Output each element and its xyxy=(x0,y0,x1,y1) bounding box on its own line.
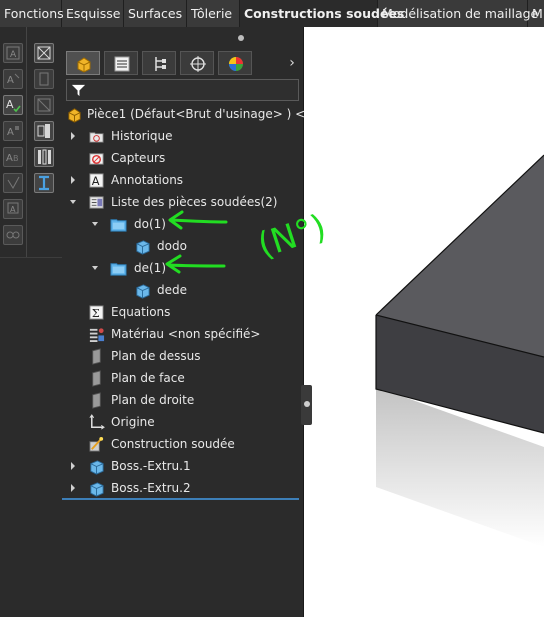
tree-item-label: de(1) xyxy=(134,261,166,275)
svg-text:A: A xyxy=(10,205,16,214)
trim-extend-icon[interactable] xyxy=(34,95,54,115)
tab-esquisse[interactable]: Esquisse xyxy=(62,0,124,27)
svg-text:A: A xyxy=(7,75,14,86)
panel-collapse-handle[interactable] xyxy=(238,35,244,41)
toolbar-bottom-divider xyxy=(0,257,62,258)
command-manager-tabs: Fonctions Esquisse Surfaces Tôlerie Cons… xyxy=(0,0,544,28)
extrude-feature-icon xyxy=(90,460,104,475)
dimxpert-icon[interactable] xyxy=(180,51,214,75)
filter-icon xyxy=(71,84,86,97)
expand-arrow-icon[interactable] xyxy=(68,478,78,498)
tree-item-label: dede xyxy=(157,283,187,297)
collapse-arrow-icon[interactable] xyxy=(90,258,100,278)
history-folder-icon xyxy=(89,132,104,143)
splitter-dot xyxy=(304,401,310,407)
weld-symbol-icon[interactable] xyxy=(3,225,23,245)
tree-item-label: do(1) xyxy=(134,217,166,231)
tree-item-label: Equations xyxy=(111,305,171,319)
sensor-icon xyxy=(89,153,104,165)
solid-body-icon xyxy=(136,240,150,255)
format-painter-icon[interactable]: A xyxy=(3,121,23,141)
panel-splitter-handle[interactable] xyxy=(301,385,312,425)
plane-icon xyxy=(92,392,101,409)
tree-item-label: Historique xyxy=(111,129,173,143)
expand-arrow-icon[interactable] xyxy=(68,456,78,476)
tree-item-label: Boss.-Extru.1 xyxy=(111,459,191,473)
tree-item-label: Matériau <non spécifié> xyxy=(111,327,261,341)
feature-manager-tabs: › xyxy=(62,49,303,77)
tree-filter[interactable] xyxy=(66,79,299,101)
svg-text:A: A xyxy=(6,153,13,164)
tree-item-label: Boss.-Extru.2 xyxy=(111,481,191,495)
tree-item-label: Liste des pièces soudées(2) xyxy=(111,195,278,209)
tab-modelisation-maillage[interactable]: Modélisation de maillage xyxy=(378,0,538,27)
feature-manager-icon[interactable] xyxy=(66,51,100,75)
cut-list-folder-icon xyxy=(110,219,127,232)
expand-arrow-icon[interactable] xyxy=(68,126,78,146)
tree-item-label: Capteurs xyxy=(111,151,166,165)
datum-feature-icon[interactable]: A xyxy=(3,199,23,219)
property-manager-icon[interactable] xyxy=(104,51,138,75)
end-cap-icon[interactable] xyxy=(34,121,54,141)
extrude-feature-icon xyxy=(90,482,104,497)
tree-item-label: Origine xyxy=(111,415,155,429)
tree-item-label: Plan de droite xyxy=(111,393,195,407)
expand-arrow-icon[interactable] xyxy=(68,170,78,190)
plane-icon xyxy=(92,348,101,365)
tab-tolerie[interactable]: Tôlerie xyxy=(187,0,240,27)
tree-item-label: dodo xyxy=(157,239,187,253)
tab-surfaces[interactable]: Surfaces xyxy=(124,0,187,27)
svg-text:Σ: Σ xyxy=(92,306,100,320)
tab-constructions-soudees[interactable]: Constructions soudées xyxy=(240,0,404,27)
tab-fonctions[interactable]: Fonctions xyxy=(0,0,64,27)
part-icon xyxy=(68,108,81,123)
weldment-icon xyxy=(89,436,104,452)
note-tool-icon[interactable]: A xyxy=(3,43,23,63)
cut-list-folder-icon xyxy=(110,263,127,276)
equations-icon: Σ xyxy=(89,305,104,320)
weldment-icon[interactable] xyxy=(34,43,54,63)
surface-finish-icon[interactable] xyxy=(3,173,23,193)
gusset-icon[interactable] xyxy=(34,147,54,167)
solid-body-icon xyxy=(136,284,150,299)
tree-item-label: Annotations xyxy=(111,173,184,187)
collapse-arrow-icon[interactable] xyxy=(68,192,78,212)
svg-text:A: A xyxy=(92,174,100,188)
cut-list-icon xyxy=(89,196,104,209)
svg-text:B: B xyxy=(13,154,19,163)
svg-text:A: A xyxy=(10,50,17,60)
svg-text:A: A xyxy=(6,98,14,111)
weld-bead-icon[interactable] xyxy=(34,173,54,193)
rollback-bar[interactable] xyxy=(62,498,299,500)
origin-icon xyxy=(89,414,105,430)
display-manager-icon[interactable] xyxy=(218,51,252,75)
tree-item-label: Plan de dessus xyxy=(111,349,201,363)
feature-manager-panel: › Pièce1 (Défaut<Brut d'usinage> ) <<Déf… xyxy=(62,27,343,617)
weldment-toolbar: A A A A AB A xyxy=(0,27,62,617)
balloon-tool-icon[interactable]: A xyxy=(3,69,23,89)
structural-member-icon[interactable] xyxy=(34,69,54,89)
collapse-arrow-icon[interactable] xyxy=(90,214,100,234)
spell-check-icon[interactable]: A xyxy=(3,95,23,115)
model-view[interactable] xyxy=(304,27,544,617)
material-icon xyxy=(89,328,105,343)
tree-item-label: Plan de face xyxy=(111,371,185,385)
graphics-viewport[interactable] xyxy=(304,27,544,617)
tab-overflow[interactable]: M xyxy=(528,0,544,27)
plane-icon xyxy=(92,370,101,387)
more-chevron-icon[interactable]: › xyxy=(284,53,300,73)
toolbar-divider xyxy=(26,27,27,257)
configuration-manager-icon[interactable] xyxy=(142,51,176,75)
tree-item-label: Construction soudée xyxy=(111,437,235,451)
annotations-icon: A xyxy=(89,173,104,188)
linear-note-pattern-icon[interactable]: AB xyxy=(3,147,23,167)
svg-text:A: A xyxy=(7,127,14,138)
